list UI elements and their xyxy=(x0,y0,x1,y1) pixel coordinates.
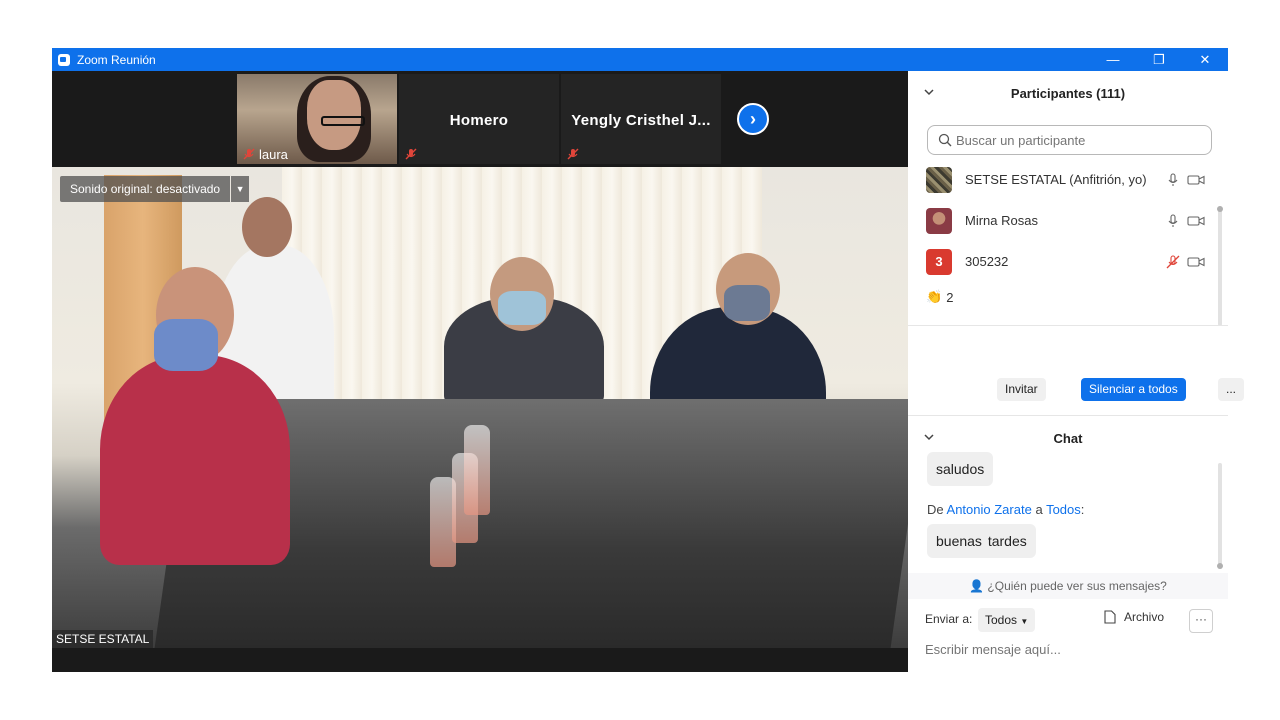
thumbnail-homero[interactable]: Homero xyxy=(399,74,559,164)
who-can-see-text: ¿Quién puede ver sus mensajes? xyxy=(987,579,1167,593)
chat-more-button[interactable]: ··· xyxy=(1189,609,1213,633)
sender-name[interactable]: Antonio Zarate xyxy=(947,502,1032,517)
participants-title: Participantes (111) xyxy=(1010,86,1126,101)
avatar: 3 xyxy=(926,249,952,275)
search-icon xyxy=(938,133,952,147)
window-controls: — ❐ ✕ xyxy=(1090,48,1228,71)
file-icon xyxy=(1104,610,1116,624)
send-to-value: Todos xyxy=(985,613,1018,627)
chat-input[interactable] xyxy=(925,642,1215,657)
user-shield-icon: 👤 xyxy=(969,579,985,593)
original-sound-button[interactable]: Sonido original: desactivado xyxy=(60,176,231,202)
microphone-icon[interactable] xyxy=(1166,214,1180,228)
video-camera-icon[interactable] xyxy=(1187,173,1205,187)
send-to-label: Enviar a: xyxy=(925,612,973,626)
mute-all-button[interactable]: Silenciar a todos xyxy=(1081,378,1186,401)
restore-button[interactable]: ❐ xyxy=(1136,48,1182,71)
person-head-shape xyxy=(242,197,292,257)
face-mask-shape xyxy=(154,319,218,371)
chat-scrollbar[interactable] xyxy=(1217,463,1223,569)
face-mask-shape xyxy=(498,291,546,325)
minimize-button[interactable]: — xyxy=(1090,48,1136,71)
thumbnail-name: Yengly Cristhel J... xyxy=(571,112,711,129)
invite-button[interactable]: Invitar xyxy=(997,378,1046,401)
chevron-down-icon[interactable]: ▼ xyxy=(231,176,250,202)
chat-message: buenas tardes xyxy=(927,524,1036,558)
participant-face xyxy=(307,80,361,150)
chat-sender-line: De Antonio Zarate a Todos: xyxy=(927,502,1084,517)
from-prefix: De xyxy=(927,502,944,517)
close-button[interactable]: ✕ xyxy=(1182,48,1228,71)
scroll-thumb[interactable] xyxy=(1217,206,1223,212)
participant-scrollbar[interactable] xyxy=(1217,206,1223,326)
next-page-button[interactable]: › xyxy=(737,103,769,135)
chat-message: saludos xyxy=(927,452,994,486)
reaction-count: 2 xyxy=(946,289,954,305)
zoom-window: Zoom Reunión — ❐ ✕ laura Homero Yengly C… xyxy=(52,48,1245,672)
chat-title: Chat xyxy=(1053,431,1083,446)
mic-muted-icon xyxy=(567,148,579,160)
participant-name: Mirna Rosas xyxy=(965,213,1038,228)
side-panel: Participantes (111) SETSE ESTATAL (Anfit… xyxy=(908,71,1245,672)
bottle-shape xyxy=(464,425,490,515)
participant-row[interactable]: SETSE ESTATAL (Anfitrión, yo) xyxy=(908,160,1228,201)
active-speaker-name: SETSE ESTATAL xyxy=(52,630,154,648)
thumbnail-yengly[interactable]: Yengly Cristhel J... xyxy=(561,74,721,164)
reactions-summary: 👏 2 xyxy=(926,289,953,305)
file-label: Archivo xyxy=(1124,610,1165,624)
avatar xyxy=(926,167,952,193)
to-suffix: : xyxy=(1080,502,1085,517)
avatar xyxy=(926,208,952,234)
participant-row[interactable]: Mirna Rosas xyxy=(908,201,1228,242)
chevron-down-icon: ▼ xyxy=(1020,617,1029,626)
send-to-dropdown[interactable]: Todos ▼ xyxy=(978,608,1036,632)
participant-list: SETSE ESTATAL (Anfitrión, yo) Mirna Rosa… xyxy=(908,160,1228,278)
mic-muted-icon[interactable] xyxy=(1166,255,1180,269)
main-video: Sonido original: desactivado ▼ SETSE EST… xyxy=(52,167,908,648)
participant-row[interactable]: 3 305232 xyxy=(908,242,1228,283)
participants-header: Participantes (111) xyxy=(908,71,1228,115)
thumbnail-laura[interactable]: laura xyxy=(237,74,397,164)
clapping-hands-icon: 👏 xyxy=(926,289,943,304)
mic-muted-icon xyxy=(243,148,255,160)
thumbnail-strip: laura Homero Yengly Cristhel J... › xyxy=(52,71,908,167)
original-sound-control[interactable]: Sonido original: desactivado ▼ xyxy=(60,176,250,202)
scroll-thumb[interactable] xyxy=(1217,563,1223,569)
participant-name: 305232 xyxy=(965,254,1009,269)
who-can-see-bar[interactable]: 👤 ¿Quién puede ver sus mensajes? xyxy=(908,573,1228,599)
thumbnail-name: laura xyxy=(259,147,288,162)
face-mask-shape xyxy=(724,285,770,321)
more-options-button[interactable]: ... xyxy=(1218,378,1245,401)
search-input[interactable] xyxy=(956,132,1196,148)
file-button[interactable]: Archivo xyxy=(1104,610,1164,624)
chevron-right-icon: › xyxy=(750,108,756,129)
to-separator: a xyxy=(1035,502,1043,517)
window-title: Zoom Reunión xyxy=(77,52,156,67)
microphone-icon[interactable] xyxy=(1166,173,1180,187)
glasses-shape xyxy=(321,116,365,126)
mic-muted-icon xyxy=(405,148,417,160)
person-shape xyxy=(100,355,290,565)
zoom-logo-icon xyxy=(58,53,70,66)
divider xyxy=(908,325,1228,326)
video-camera-icon[interactable] xyxy=(1187,214,1205,228)
thumbnail-name: Homero xyxy=(449,112,509,129)
title-bar: Zoom Reunión — ❐ ✕ xyxy=(52,48,1228,71)
participant-search[interactable] xyxy=(927,125,1212,155)
video-camera-icon[interactable] xyxy=(1187,255,1205,269)
recipient-name[interactable]: Todos xyxy=(1046,502,1081,517)
video-area: laura Homero Yengly Cristhel J... › Soni… xyxy=(52,71,908,672)
participant-name: SETSE ESTATAL (Anfitrión, yo) xyxy=(965,172,1147,187)
